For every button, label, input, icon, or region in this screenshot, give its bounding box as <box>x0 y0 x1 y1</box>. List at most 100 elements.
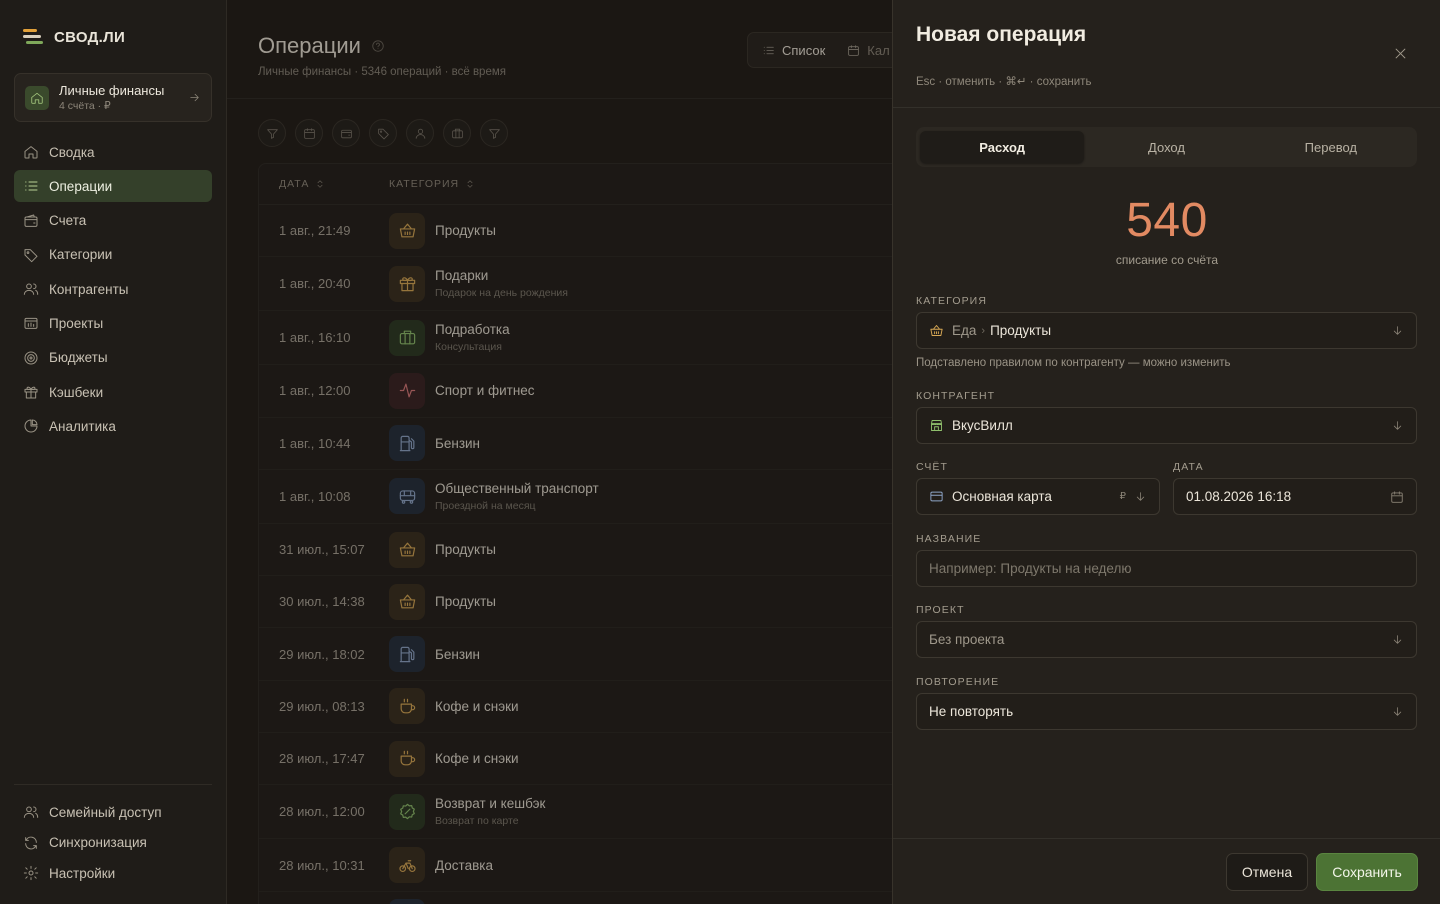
sidebar-item-sync[interactable]: Синхронизация <box>14 828 212 858</box>
repeat-value: Не повторять <box>929 704 1014 719</box>
table-header: ДАТА КАТЕГОРИЯ <box>259 164 957 205</box>
brand-name: СВОД.ЛИ <box>54 28 126 46</box>
table-row[interactable]: 1 авг., 16:10 Подработка Консультация <box>259 311 957 366</box>
table-row[interactable]: 1 авг., 20:40 Подарки Подарок на день рожд… <box>259 257 957 312</box>
calendar-icon[interactable] <box>1390 490 1404 504</box>
table-row[interactable]: 1 авг., 12:00 Спорт и фитнес <box>259 365 957 418</box>
page-title: Операции <box>258 33 385 59</box>
cancel-button[interactable]: Отмена <box>1226 853 1308 891</box>
row-category-cell: Продукты <box>435 223 496 238</box>
row-note: Возврат по карте <box>435 815 519 828</box>
counterparty-value: ВкусВилл <box>952 418 1013 433</box>
sidebar-item-label: Аналитика <box>49 418 116 434</box>
sidebar-item-label: Синхронизация <box>49 835 147 851</box>
tag-icon <box>377 127 390 140</box>
list-icon <box>23 178 49 194</box>
sidebar-item-settings[interactable]: Настройки <box>14 858 212 888</box>
sidebar-item-counterparties[interactable]: Контрагенты <box>14 273 212 305</box>
table-row[interactable]: 28 июл., 10:31 Доставка <box>259 839 957 892</box>
date-value: 01.08.2026 16:18 <box>1186 489 1292 504</box>
logo-icon <box>22 28 44 46</box>
table-row[interactable]: 1 авг., 21:49 Продукты <box>259 205 957 258</box>
row-date: 1 авг., 16:10 <box>279 330 351 346</box>
account-select[interactable]: Основная карта ₽ <box>916 478 1160 515</box>
arrow-right-icon <box>188 91 201 104</box>
row-category-cell: Спорт и фитнес <box>435 383 535 398</box>
save-button[interactable]: Сохранить <box>1316 853 1418 891</box>
row-date: 1 авг., 10:44 <box>279 435 351 451</box>
filter-date-button[interactable] <box>295 119 323 147</box>
row-note: Подарок на день рождения <box>435 287 568 300</box>
column-header-date[interactable]: ДАТА <box>259 178 389 190</box>
help-icon[interactable] <box>371 39 385 53</box>
tab-expense[interactable]: Расход <box>920 131 1085 163</box>
chevron-down-icon <box>1391 419 1404 432</box>
sidebar-item-family[interactable]: Семейный доступ <box>14 797 212 827</box>
column-header-category[interactable]: КАТЕГОРИЯ <box>389 178 475 190</box>
table-row[interactable]: 31 июл., 15:07 Продукты <box>259 524 957 577</box>
category-select[interactable]: Еда › Продукты <box>916 312 1417 349</box>
counterparty-label: КОНТРАГЕНТ <box>916 390 996 402</box>
filter-type-button[interactable] <box>258 119 286 147</box>
calendar-icon <box>303 127 316 140</box>
sidebar-item-cashbacks[interactable]: Кэшбеки <box>14 376 212 408</box>
table-row[interactable]: 28 июл., 12:00 Возврат и кешбэк Возврат по… <box>259 785 957 840</box>
counterparty-select[interactable]: ВкусВилл <box>916 407 1417 444</box>
close-button[interactable] <box>1393 46 1408 61</box>
amount-input[interactable]: 540 <box>893 193 1440 248</box>
repeat-select[interactable]: Не повторять <box>916 693 1417 730</box>
row-category: Бензин <box>435 646 481 662</box>
view-calendar-label: Кал <box>867 42 890 58</box>
sidebar-item-operations[interactable]: Операции <box>14 170 212 203</box>
date-label: ДАТА <box>1173 461 1204 473</box>
users-icon <box>23 281 49 297</box>
category-rule-note: Подставлено правилом по контрагенту — мо… <box>916 357 1231 369</box>
table-row[interactable]: 1 авг., 10:44 Бензин <box>259 418 957 470</box>
name-input[interactable]: Например: Продукты на неделю <box>916 550 1417 587</box>
workspace-title: Личные финансы <box>59 83 165 98</box>
basket-icon <box>389 212 425 249</box>
sidebar-item-budgets[interactable]: Бюджеты <box>14 342 212 374</box>
sort-icon <box>315 179 325 189</box>
sidebar-item-label: Бюджеты <box>49 350 108 366</box>
view-calendar-button[interactable]: Кал <box>847 42 890 58</box>
filter-project-button[interactable] <box>443 119 471 147</box>
table-row[interactable]: 30 июл., 14:38 Продукты <box>259 576 957 629</box>
sidebar-item-categories[interactable]: Категории <box>14 239 212 271</box>
table-row[interactable]: 29 июл., 08:13 Кофе и снэки <box>259 681 957 734</box>
filter-bar <box>258 119 508 147</box>
row-category: Доставка <box>435 857 493 873</box>
tab-income[interactable]: Доход <box>1084 131 1248 163</box>
sidebar-item-analytics[interactable]: Аналитика <box>14 410 212 442</box>
basket-icon <box>929 323 952 338</box>
gear-icon <box>23 865 49 881</box>
filter-account-button[interactable] <box>332 119 360 147</box>
filter-counterparty-button[interactable] <box>406 119 434 147</box>
table-body: 1 авг., 21:49 Продукты 1 авг., 20:40 Подарк… <box>259 205 957 904</box>
tab-transfer[interactable]: Перевод <box>1249 131 1413 163</box>
row-category: Продукты <box>435 594 496 610</box>
gift-icon <box>389 265 425 302</box>
sidebar-item-summary[interactable]: Сводка <box>14 136 212 168</box>
brand[interactable]: СВОД.ЛИ <box>22 28 125 46</box>
sidebar-item-accounts[interactable]: Счета <box>14 205 212 237</box>
workspace-switcher[interactable]: Личные финансы 4 счёта · ₽ <box>14 73 212 122</box>
sidebar-item-projects[interactable]: Проекты <box>14 307 212 339</box>
project-select[interactable]: Без проекта <box>916 621 1417 658</box>
view-list-button[interactable]: Список <box>762 43 825 58</box>
chevron-down-icon <box>1391 633 1404 646</box>
wallet-icon <box>23 213 49 229</box>
table-row[interactable]: 28 июл., 17:47 Кофе и снэки <box>259 733 957 786</box>
filter-more-button[interactable] <box>480 119 508 147</box>
row-date: 30 июл., 14:38 <box>279 594 365 610</box>
table-row[interactable]: 1 авг., 10:08 Общественный транспорт Проез… <box>259 470 957 524</box>
table-row[interactable]: 29 июл., 18:02 Бензин <box>259 628 957 681</box>
category-parent: Еда <box>952 323 977 338</box>
table-row[interactable]: Общественный транспорт <box>259 892 957 904</box>
filter-category-button[interactable] <box>369 119 397 147</box>
date-input[interactable]: 01.08.2026 16:18 <box>1173 478 1417 515</box>
account-label: СЧЁТ <box>916 461 949 473</box>
drawer-divider <box>893 107 1440 108</box>
amount-caption: списание со счёта <box>1115 253 1219 267</box>
briefcase-icon <box>451 127 464 140</box>
